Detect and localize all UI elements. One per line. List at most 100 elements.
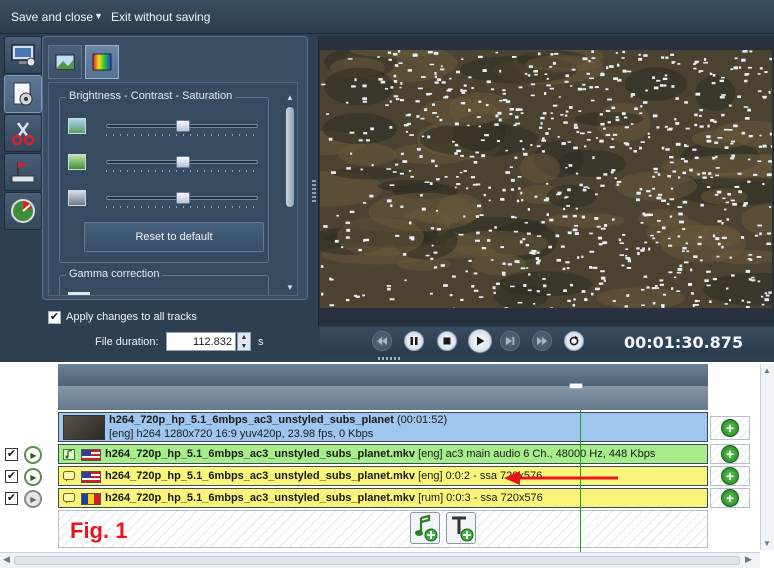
add-audio-track-button[interactable] [410, 512, 440, 544]
subtitle-bubble-icon [63, 471, 75, 482]
figure-label: Fig. 1 [70, 518, 128, 543]
scroll-right-icon[interactable]: ▶ [745, 554, 752, 565]
annotation-arrow-icon [504, 471, 618, 485]
contrast-slider[interactable] [106, 156, 258, 168]
slider-ticks [106, 206, 258, 208]
stop-button[interactable] [437, 331, 457, 351]
timeline-horizontal-scrollbar[interactable]: ◀ ▶ [0, 552, 760, 568]
pause-button[interactable] [404, 331, 424, 351]
audio-track-label: h264_720p_hp_5.1_6mbps_ac3_unstyled_subs… [105, 448, 655, 460]
video-track-detail: [eng] h264 1280x720 16:9 yuv420p, 23.98 … [109, 428, 374, 440]
tab-file-info[interactable] [4, 75, 42, 113]
adjust-tabs [48, 45, 120, 81]
gauge-icon [11, 199, 35, 223]
scroll-up-icon[interactable]: ▲ [763, 366, 771, 375]
timeline-panel: h264_720p_hp_5.1_6mbps_ac3_unstyled_subs… [0, 362, 774, 570]
saturation-slider-row [68, 186, 264, 214]
audio-track-play-button[interactable]: ▶ [24, 446, 42, 464]
add-subtitle-track-button[interactable] [446, 512, 476, 544]
adjustments-scroll-area: Brightness - Contrast - Saturation Reset… [48, 82, 298, 296]
video-track-title-line: h264_720p_hp_5.1_6mbps_ac3_unstyled_subs… [109, 414, 447, 426]
scrollbar-thumb[interactable] [286, 107, 294, 207]
timeline-vertical-scrollbar[interactable]: ▲ ▼ [760, 364, 774, 550]
brightness-slider-row [68, 114, 264, 142]
image-adjust-icon [55, 54, 75, 70]
subtitle-bubble-icon [63, 493, 75, 504]
tab-color-palette[interactable] [85, 45, 119, 79]
saturation-slider-thumb[interactable] [176, 192, 190, 204]
add-icon[interactable]: + [721, 445, 739, 463]
rewind-button[interactable] [372, 331, 392, 351]
scrollbar-thumb[interactable] [14, 556, 740, 565]
file-duration-input[interactable] [166, 332, 236, 351]
stop-icon [443, 337, 451, 345]
video-track-duration: (00:01:52) [396, 414, 448, 426]
next-frame-button[interactable] [500, 331, 520, 351]
audio-track[interactable]: h264_720p_hp_5.1_6mbps_ac3_unstyled_subs… [58, 444, 708, 464]
scroll-up-icon[interactable]: ▲ [285, 93, 295, 103]
tab-output-profile[interactable] [4, 36, 42, 74]
contrast-slider-thumb[interactable] [176, 156, 190, 168]
reset-to-default-button[interactable]: Reset to default [84, 222, 264, 252]
file-duration-stepper[interactable]: ▲ ▼ [237, 332, 251, 351]
scroll-down-icon[interactable]: ▼ [763, 539, 771, 548]
saturation-icon [68, 190, 86, 206]
video-track-add-cell: + [710, 416, 750, 440]
subtitle-track-play-button[interactable]: ▶ [24, 490, 42, 508]
panel-scrollbar[interactable]: ▲ ▼ [285, 93, 295, 293]
romanian-flag-icon [81, 493, 101, 505]
loop-icon [569, 335, 579, 346]
tab-chapters[interactable] [4, 153, 42, 191]
video-track[interactable]: h264_720p_hp_5.1_6mbps_ac3_unstyled_subs… [58, 412, 708, 442]
subtitle-track-controls: ✔ ▶ [5, 468, 55, 486]
playback-timecode: 00:01:30.875 [624, 333, 744, 352]
add-text-icon [452, 516, 474, 542]
horizontal-splitter-handle[interactable] [378, 357, 400, 360]
timeline-ruler[interactable] [58, 364, 708, 386]
timeline-position-marker[interactable] [569, 383, 584, 389]
saturation-slider[interactable] [106, 192, 258, 204]
subtitle-track-title: h264_720p_hp_5.1_6mbps_ac3_unstyled_subs… [105, 470, 415, 482]
scroll-down-icon[interactable]: ▼ [285, 283, 295, 293]
play-icon: ▶ [30, 450, 37, 460]
vertical-splitter-handle[interactable] [312, 180, 316, 204]
loop-button[interactable] [564, 331, 584, 351]
exit-without-saving-button[interactable]: Exit without saving [111, 10, 210, 24]
subtitle-track[interactable]: h264_720p_hp_5.1_6mbps_ac3_unstyled_subs… [58, 488, 708, 508]
timeline-scrub-bar[interactable] [58, 386, 708, 410]
fast-forward-button[interactable] [532, 331, 552, 351]
apply-to-all-row: ✔ Apply changes to all tracks [48, 310, 197, 326]
subtitle-track-play-button[interactable]: ▶ [24, 468, 42, 486]
subtitle-track-checkbox[interactable]: ✔ [5, 470, 18, 483]
subtitle-track-detail: [rum] 0:0:3 - ssa 720x576 [418, 492, 543, 504]
gamma-slider-thumb[interactable] [68, 292, 90, 295]
stepper-down-icon[interactable]: ▼ [238, 342, 250, 351]
add-icon[interactable]: + [721, 419, 739, 437]
save-and-close-button[interactable]: Save and close [11, 10, 93, 24]
tab-performance[interactable] [4, 192, 42, 230]
file-duration-unit: s [258, 336, 264, 348]
brightness-slider-thumb[interactable] [176, 120, 190, 132]
audio-track-checkbox[interactable]: ✔ [5, 448, 18, 461]
rewind-icon [377, 337, 387, 345]
group-title: Brightness - Contrast - Saturation [66, 90, 236, 102]
subtitle-track-add-cell: + [710, 466, 750, 486]
save-options-dropdown-icon[interactable]: ▼ [94, 11, 103, 21]
add-icon[interactable]: + [721, 467, 739, 485]
play-icon: ▶ [30, 472, 37, 482]
video-preview[interactable] [320, 50, 772, 308]
audio-track-detail: [eng] ac3 main audio 6 Ch., 48000 Hz, 44… [418, 448, 656, 460]
subtitle-track-add-cell: + [710, 488, 750, 508]
play-icon: ▶ [30, 494, 37, 504]
stepper-up-icon[interactable]: ▲ [238, 333, 250, 342]
tab-image-adjust[interactable] [48, 45, 82, 79]
brightness-slider[interactable] [106, 120, 258, 132]
subtitle-track-checkbox[interactable]: ✔ [5, 492, 18, 505]
next-frame-icon [506, 337, 515, 345]
markers-icon [11, 162, 35, 183]
play-button[interactable] [468, 329, 492, 353]
scroll-left-icon[interactable]: ◀ [3, 554, 10, 565]
add-icon[interactable]: + [721, 489, 739, 507]
tab-cut[interactable] [4, 114, 42, 152]
apply-to-all-checkbox[interactable]: ✔ [48, 311, 61, 325]
